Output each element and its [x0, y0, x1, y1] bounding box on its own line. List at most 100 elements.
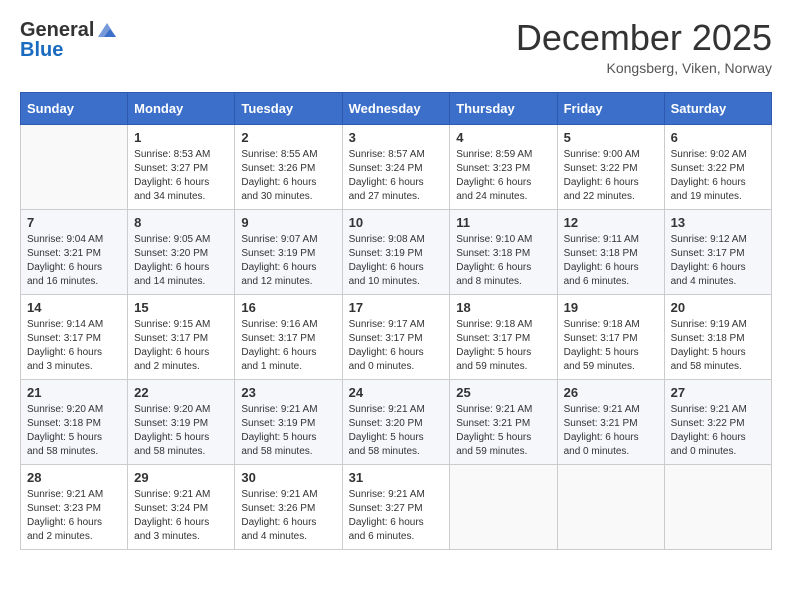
calendar-cell: 7 Sunrise: 9:04 AM Sunset: 3:21 PM Daylig… [21, 210, 128, 295]
day-number: 10 [349, 215, 444, 230]
day-info: Sunrise: 8:57 AM Sunset: 3:24 PM Dayligh… [349, 148, 444, 204]
calendar-cell: 25 Sunrise: 9:21 AM Sunset: 3:21 PM Dayli… [450, 380, 557, 465]
day-info: Sunrise: 9:18 AM Sunset: 3:17 PM Dayligh… [456, 318, 550, 374]
calendar-cell: 17 Sunrise: 9:17 AM Sunset: 3:17 PM Dayli… [342, 295, 450, 380]
calendar-cell: 27 Sunrise: 9:21 AM Sunset: 3:22 PM Dayli… [664, 380, 771, 465]
day-number: 2 [241, 130, 335, 145]
calendar-cell: 18 Sunrise: 9:18 AM Sunset: 3:17 PM Dayli… [450, 295, 557, 380]
calendar-cell: 10Sunrise: 9:08 AM Sunset: 3:19 PM Dayli… [342, 210, 450, 295]
calendar-cell: 5 Sunrise: 9:00 AM Sunset: 3:22 PM Daylig… [557, 125, 664, 210]
day-number: 26 [564, 385, 658, 400]
location: Kongsberg, Viken, Norway [516, 60, 772, 76]
day-number: 8 [134, 215, 228, 230]
day-info: Sunrise: 9:02 AM Sunset: 3:22 PM Dayligh… [671, 148, 765, 204]
col-header-saturday: Saturday [664, 93, 771, 125]
day-number: 1 [134, 130, 228, 145]
day-number: 28 [27, 470, 121, 485]
day-number: 27 [671, 385, 765, 400]
col-header-wednesday: Wednesday [342, 93, 450, 125]
day-info: Sunrise: 9:21 AM Sunset: 3:22 PM Dayligh… [671, 403, 765, 459]
day-info: Sunrise: 9:07 AM Sunset: 3:19 PM Dayligh… [241, 233, 335, 289]
day-info: Sunrise: 9:19 AM Sunset: 3:18 PM Dayligh… [671, 318, 765, 374]
day-info: Sunrise: 9:20 AM Sunset: 3:19 PM Dayligh… [134, 403, 228, 459]
day-info: Sunrise: 8:59 AM Sunset: 3:23 PM Dayligh… [456, 148, 550, 204]
day-number: 11 [456, 215, 550, 230]
day-info: Sunrise: 9:11 AM Sunset: 3:18 PM Dayligh… [564, 233, 658, 289]
day-info: Sunrise: 9:21 AM Sunset: 3:21 PM Dayligh… [456, 403, 550, 459]
calendar-header-row: SundayMondayTuesdayWednesdayThursdayFrid… [21, 93, 772, 125]
calendar-cell [664, 465, 771, 550]
calendar-cell: 31 Sunrise: 9:21 AM Sunset: 3:27 PM Dayli… [342, 465, 450, 550]
logo-blue-text: Blue [20, 39, 63, 61]
day-info: Sunrise: 9:18 AM Sunset: 3:17 PM Dayligh… [564, 318, 658, 374]
calendar-week-row: 1 Sunrise: 8:53 AM Sunset: 3:27 PM Daylig… [21, 125, 772, 210]
col-header-friday: Friday [557, 93, 664, 125]
calendar-cell: 12 Sunrise: 9:11 AM Sunset: 3:18 PM Dayli… [557, 210, 664, 295]
day-info: Sunrise: 9:12 AM Sunset: 3:17 PM Dayligh… [671, 233, 765, 289]
logo: General Blue [20, 20, 118, 60]
day-info: Sunrise: 9:21 AM Sunset: 3:24 PM Dayligh… [134, 488, 228, 544]
logo-general-text: General [20, 20, 94, 40]
day-info: Sunrise: 9:10 AM Sunset: 3:18 PM Dayligh… [456, 233, 550, 289]
day-info: Sunrise: 9:04 AM Sunset: 3:21 PM Dayligh… [27, 233, 121, 289]
col-header-sunday: Sunday [21, 93, 128, 125]
day-number: 17 [349, 300, 444, 315]
day-number: 20 [671, 300, 765, 315]
day-info: Sunrise: 9:21 AM Sunset: 3:20 PM Dayligh… [349, 403, 444, 459]
calendar-cell: 23 Sunrise: 9:21 AM Sunset: 3:19 PM Dayli… [235, 380, 342, 465]
day-number: 12 [564, 215, 658, 230]
calendar-cell: 11 Sunrise: 9:10 AM Sunset: 3:18 PM Dayli… [450, 210, 557, 295]
day-info: Sunrise: 9:21 AM Sunset: 3:27 PM Dayligh… [349, 488, 444, 544]
title-section: December 2025 Kongsberg, Viken, Norway [516, 20, 772, 76]
calendar-cell: 21 Sunrise: 9:20 AM Sunset: 3:18 PM Dayli… [21, 380, 128, 465]
day-number: 15 [134, 300, 228, 315]
calendar-week-row: 21 Sunrise: 9:20 AM Sunset: 3:18 PM Dayli… [21, 380, 772, 465]
day-info: Sunrise: 9:21 AM Sunset: 3:21 PM Dayligh… [564, 403, 658, 459]
day-number: 31 [349, 470, 444, 485]
calendar-table: SundayMondayTuesdayWednesdayThursdayFrid… [20, 92, 772, 550]
logo-icon [96, 21, 118, 39]
day-number: 9 [241, 215, 335, 230]
day-info: Sunrise: 9:17 AM Sunset: 3:17 PM Dayligh… [349, 318, 444, 374]
col-header-monday: Monday [128, 93, 235, 125]
day-number: 6 [671, 130, 765, 145]
day-number: 13 [671, 215, 765, 230]
day-info: Sunrise: 9:00 AM Sunset: 3:22 PM Dayligh… [564, 148, 658, 204]
calendar-cell: 19 Sunrise: 9:18 AM Sunset: 3:17 PM Dayli… [557, 295, 664, 380]
col-header-tuesday: Tuesday [235, 93, 342, 125]
day-number: 21 [27, 385, 121, 400]
day-info: Sunrise: 9:21 AM Sunset: 3:26 PM Dayligh… [241, 488, 335, 544]
calendar-cell: 2 Sunrise: 8:55 AM Sunset: 3:26 PM Daylig… [235, 125, 342, 210]
day-info: Sunrise: 9:14 AM Sunset: 3:17 PM Dayligh… [27, 318, 121, 374]
day-info: Sunrise: 9:20 AM Sunset: 3:18 PM Dayligh… [27, 403, 121, 459]
day-number: 4 [456, 130, 550, 145]
col-header-thursday: Thursday [450, 93, 557, 125]
calendar-cell: 22Sunrise: 9:20 AM Sunset: 3:19 PM Dayli… [128, 380, 235, 465]
day-number: 19 [564, 300, 658, 315]
calendar-cell: 9 Sunrise: 9:07 AM Sunset: 3:19 PM Daylig… [235, 210, 342, 295]
calendar-cell: 24 Sunrise: 9:21 AM Sunset: 3:20 PM Dayli… [342, 380, 450, 465]
calendar-week-row: 28Sunrise: 9:21 AM Sunset: 3:23 PM Dayli… [21, 465, 772, 550]
day-info: Sunrise: 9:21 AM Sunset: 3:19 PM Dayligh… [241, 403, 335, 459]
day-number: 25 [456, 385, 550, 400]
day-info: Sunrise: 8:53 AM Sunset: 3:27 PM Dayligh… [134, 148, 228, 204]
day-info: Sunrise: 9:05 AM Sunset: 3:20 PM Dayligh… [134, 233, 228, 289]
day-info: Sunrise: 8:55 AM Sunset: 3:26 PM Dayligh… [241, 148, 335, 204]
day-number: 18 [456, 300, 550, 315]
calendar-cell: 16 Sunrise: 9:16 AM Sunset: 3:17 PM Dayli… [235, 295, 342, 380]
day-number: 23 [241, 385, 335, 400]
day-number: 16 [241, 300, 335, 315]
month-title: December 2025 [516, 20, 772, 56]
calendar-cell: 4 Sunrise: 8:59 AM Sunset: 3:23 PM Daylig… [450, 125, 557, 210]
day-info: Sunrise: 9:16 AM Sunset: 3:17 PM Dayligh… [241, 318, 335, 374]
day-number: 5 [564, 130, 658, 145]
day-info: Sunrise: 9:15 AM Sunset: 3:17 PM Dayligh… [134, 318, 228, 374]
calendar-cell: 30Sunrise: 9:21 AM Sunset: 3:26 PM Dayli… [235, 465, 342, 550]
day-number: 24 [349, 385, 444, 400]
day-number: 7 [27, 215, 121, 230]
calendar-cell [557, 465, 664, 550]
calendar-cell: 6 Sunrise: 9:02 AM Sunset: 3:22 PM Daylig… [664, 125, 771, 210]
calendar-cell [21, 125, 128, 210]
day-number: 29 [134, 470, 228, 485]
day-number: 3 [349, 130, 444, 145]
